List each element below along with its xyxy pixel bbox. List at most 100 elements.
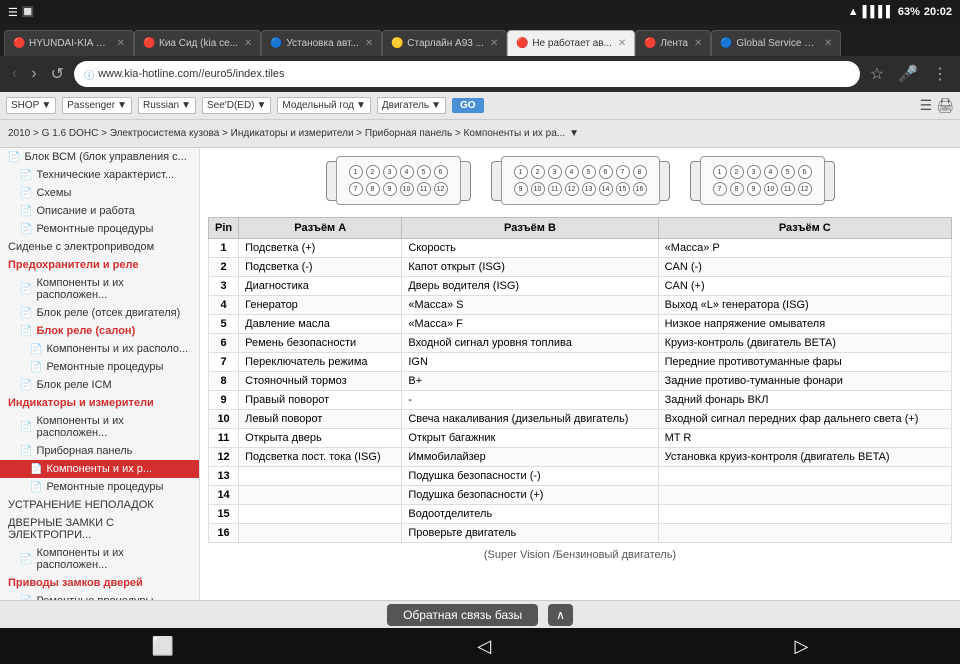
tab-close-install[interactable]: ✕ [365,38,373,49]
url-text: www.kia-hotline.com//euro5/index.tiles [98,68,850,80]
table-row-15: 15Водоотделитель [209,505,952,524]
print-icon[interactable]: 🖨 [936,97,954,114]
model-year-dropdown-icon: ▼ [356,100,366,111]
connector-a: 1 2 3 4 5 6 7 8 9 10 11 12 [336,156,461,205]
back-button[interactable]: ‹ [8,63,21,85]
pin-b16: 16 [633,182,647,196]
sidebar-label-seat: Сиденье с электроприводом [8,241,154,253]
shop-item[interactable]: SHOP ▼ [6,97,56,114]
bookmark-icon[interactable]: ☆ [866,62,888,86]
table-cell-14-1: 14 [209,486,239,505]
list-icon[interactable]: ☰ [920,97,933,114]
model-year-item[interactable]: Модельный год ▼ [277,97,370,114]
sidebar-label-indicators: Индикаторы и измерители [8,397,154,409]
doc-icon-repair1: 📄 [20,224,32,235]
notification-icon: 🔲 [22,7,34,18]
pin-a5: 5 [417,165,431,179]
table-cell-9-2: Правый поворот [239,391,402,410]
sidebar-item-seat[interactable]: Сиденье с электроприводом [0,238,199,256]
table-row-6: 6Ремень безопасностиВходной сигнал уровн… [209,334,952,353]
time-display: 20:02 [924,6,952,18]
table-cell-11-3: Открыт багажник [402,429,658,448]
pin-a6: 6 [434,165,448,179]
android-recents-button[interactable]: ▷ [795,636,809,657]
sidebar-item-icm[interactable]: 📄 Блок реле ICM [0,376,199,394]
sidebar-item-comp-salon[interactable]: 📄 Компоненты и их располо... [0,340,199,358]
tab-close-active[interactable]: ✕ [618,38,626,49]
engine-item[interactable]: Двигатель ▼ [377,97,446,114]
table-cell-4-2: Генератор [239,296,402,315]
go-button[interactable]: GO [452,98,484,113]
more-icon[interactable]: ⋮ [928,62,952,86]
android-back-button[interactable]: ◁ [477,636,491,657]
table-footnote: (Super Vision /Бензиновый двигатель) [208,549,952,561]
sidebar-item-repair-salon[interactable]: 📄 Ремонтные процедуры [0,358,199,376]
table-cell-13-1: 13 [209,467,239,486]
tab-lenta[interactable]: 🔴 Лента ✕ [635,30,711,56]
sidebar-item-relay-engine[interactable]: 📄 Блок реле (отсек двигателя) [0,304,199,322]
table-cell-10-2: Левый поворот [239,410,402,429]
table-cell-6-2: Ремень безопасности [239,334,402,353]
language-label: Russian [143,100,179,111]
connector-c: 1 2 3 4 5 6 7 8 9 10 11 12 [700,156,825,205]
connector-a-row2: 7 8 9 10 11 12 [349,182,448,196]
status-right: ▲ ▌▌▌▌ 63% 20:02 [848,6,952,18]
sidebar-label-desc: Описание и работа [36,205,134,217]
table-cell-8-2: Стояночный тормоз [239,372,402,391]
passenger-item[interactable]: Passenger ▼ [62,97,132,114]
tab-favicon-kia: 🔴 [143,38,155,50]
table-cell-1-2: Подсветка (+) [239,239,402,258]
table-cell-4-4: Выход «L» генератора (ISG) [658,296,951,315]
table-cell-7-1: 7 [209,353,239,372]
android-nav: ⬜ ◁ ▷ [0,628,960,664]
tab-global[interactable]: 🔵 Global Service V... ✕ [711,30,841,56]
sidebar-item-repair1[interactable]: 📄 Ремонтные процедуры [0,220,199,238]
tab-favicon-active: 🔴 [516,38,528,50]
tab-close-starline[interactable]: ✕ [490,38,498,49]
table-cell-11-4: MT R [658,429,951,448]
table-cell-6-4: Круиз-контроль (двигатель BETA) [658,334,951,353]
engine-label: Двигатель [382,100,429,111]
sidebar-item-relay-salon[interactable]: 📄 Блок реле (салон) [0,322,199,340]
doc-icon-panel: 📄 [20,446,32,457]
connector-b: 1 2 3 4 5 6 7 8 9 10 11 12 13 [501,156,660,205]
table-cell-4-1: 4 [209,296,239,315]
sidebar-item-repair-drives[interactable]: 📄 Ремонтные процедуры [0,592,199,600]
tab-close-hyundai[interactable]: ✕ [117,38,125,49]
breadcrumb-expand-icon[interactable]: ▼ [569,128,579,139]
tab-active[interactable]: 🔴 Не работает ав... ✕ [507,30,635,56]
sidebar-item-vsm[interactable]: 📄 Блок ВСМ (блок управления с... [0,148,199,166]
sidebar-item-comp-door[interactable]: 📄 Компоненты и их расположен... [0,544,199,574]
pin-b5: 5 [582,165,596,179]
language-item[interactable]: Russian ▼ [138,97,196,114]
tab-kia-sid[interactable]: 🔴 Киа Сид (kia се... ✕ [134,30,261,56]
sidebar-item-repair-panel[interactable]: 📄 Ремонтные процедуры [0,478,199,496]
tab-hyundai[interactable]: 🔴 HYUNDAI-KIA О... ✕ [4,30,134,56]
forward-button[interactable]: › [27,63,40,85]
url-bar[interactable]: ⓘ www.kia-hotline.com//euro5/index.tiles [74,61,860,87]
sidebar-item-tech[interactable]: 📄 Технические характерист... [0,166,199,184]
tab-favicon-lenta: 🔴 [644,38,656,50]
tab-close-lenta[interactable]: ✕ [694,38,702,49]
mic-icon[interactable]: 🎤 [894,62,922,86]
sidebar-item-schemas[interactable]: 📄 Схемы [0,184,199,202]
sidebar-item-desc[interactable]: 📄 Описание и работа [0,202,199,220]
refresh-button[interactable]: ↺ [47,62,68,86]
tab-label-active: Не работает ав... [532,38,612,49]
edition-item[interactable]: See'D(ED) ▼ [202,97,271,114]
table-cell-8-4: Задние противо-туманные фонари [658,372,951,391]
android-home-button[interactable]: ⬜ [152,636,174,657]
sidebar-label-relay-salon: Блок реле (салон) [36,325,135,337]
sidebar-item-active-comp[interactable]: 📄 Компоненты и их р... [0,460,199,478]
tab-starline[interactable]: 🟡 Старлайн А93 ... ✕ [382,30,507,56]
tab-install[interactable]: 🔵 Установка авт... ✕ [261,30,382,56]
feedback-button[interactable]: Обратная связь базы [387,604,538,626]
expand-button[interactable]: ∧ [548,604,573,626]
tab-close-kia[interactable]: ✕ [244,38,252,49]
sidebar-item-panel[interactable]: 📄 Приборная панель [0,442,199,460]
table-cell-3-1: 3 [209,277,239,296]
tab-close-global[interactable]: ✕ [824,38,832,49]
sidebar-item-comp-ind[interactable]: 📄 Компоненты и их расположен... [0,412,199,442]
sidebar-item-comp-fuses[interactable]: 📄 Компоненты и их расположен... [0,274,199,304]
connector-c-row2: 7 8 9 10 11 12 [713,182,812,196]
